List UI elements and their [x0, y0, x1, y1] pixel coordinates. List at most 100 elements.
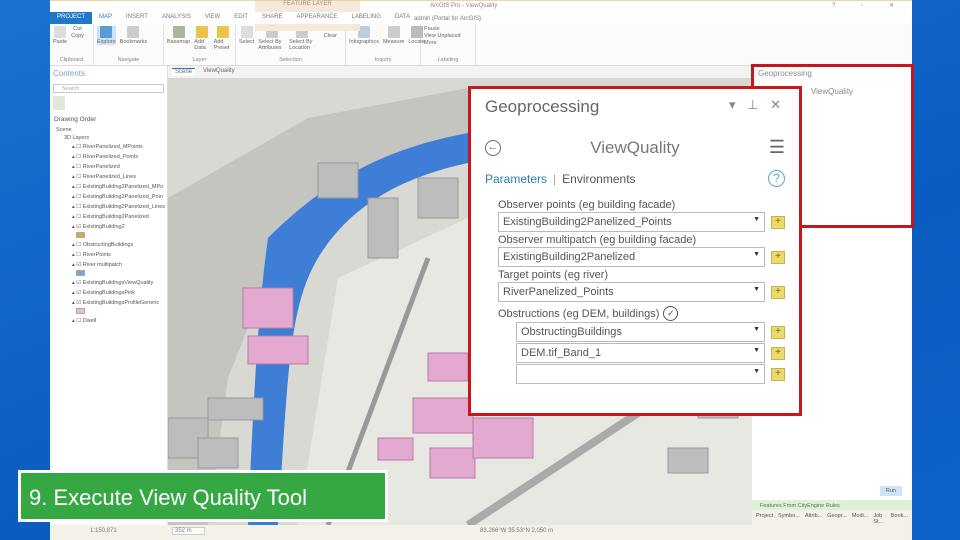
- layer-item[interactable]: ▴ ☐ ExistingBuilding2Panelized_Lines: [50, 202, 167, 212]
- tab-edit[interactable]: EDIT: [227, 12, 255, 24]
- back-arrow-icon[interactable]: ←: [485, 139, 501, 156]
- browse-folder-icon[interactable]: +: [771, 367, 785, 381]
- tab-map[interactable]: MAP: [92, 12, 119, 24]
- pause-button[interactable]: Pause: [424, 26, 472, 32]
- layer-group-node[interactable]: 3D Layers: [50, 134, 167, 142]
- layer-checkbox[interactable]: ☑: [76, 280, 81, 286]
- view-unplaced-button[interactable]: View Unplaced: [424, 33, 472, 39]
- layer-name: RiverPanelized: [82, 164, 120, 170]
- layer-item[interactable]: ▴ ☐ Dwell: [50, 316, 167, 326]
- layer-name: ExistingBuilding2Panelized: [82, 214, 149, 220]
- scene-node[interactable]: Scene: [50, 126, 167, 134]
- ribbon-group-layer: Basemap Add Data Add Preset Layer: [164, 24, 236, 65]
- layer-item[interactable]: ▴ ☐ RiverPoints: [50, 250, 167, 260]
- pane-tab[interactable]: Job St...: [873, 513, 886, 525]
- layer-checkbox[interactable]: ☐: [76, 318, 81, 324]
- pane-tab[interactable]: Attrib...: [805, 513, 822, 525]
- tab-viewquality[interactable]: ViewQuality: [203, 68, 235, 76]
- dropdown-arrow-icon: ▼: [753, 216, 760, 223]
- layer-item[interactable]: ▴ ☐ RiverPanelized: [50, 162, 167, 172]
- layer-checkbox[interactable]: ☐: [76, 214, 81, 220]
- layer-item[interactable]: ▴ ☐ RiverPanelized_Points: [50, 152, 167, 162]
- layer-item[interactable]: ▴ ☑ ExistingBuilding2: [50, 222, 167, 232]
- layer-name: RiverPanelized_MPoints: [82, 144, 143, 150]
- layer-checkbox[interactable]: ☐: [76, 144, 81, 150]
- clear-button[interactable]: Clear: [324, 33, 337, 39]
- layer-name: ExistingBuildingsProfileGeneric: [82, 300, 160, 306]
- layer-item[interactable]: ▴ ☑ ExistingBuildingsPink: [50, 288, 167, 298]
- ribbon: Paste Cut Copy Clipboard Explore Bookmark…: [50, 24, 912, 66]
- browse-folder-icon[interactable]: +: [771, 285, 785, 299]
- parameter-dropdown[interactable]: ▼: [516, 364, 765, 384]
- browse-folder-icon[interactable]: +: [771, 325, 785, 339]
- pane-tab[interactable]: Symbo...: [778, 513, 800, 525]
- add-preset-button[interactable]: Add Preset: [214, 26, 232, 51]
- menu-icon[interactable]: ☰: [769, 137, 785, 158]
- more-button[interactable]: More: [424, 40, 472, 46]
- paste-button[interactable]: Paste: [53, 26, 67, 45]
- dropdown-arrow-icon: ▼: [753, 251, 760, 258]
- copy-button[interactable]: Copy: [71, 33, 84, 39]
- layer-checkbox[interactable]: ☐: [76, 242, 81, 248]
- tab-project[interactable]: PROJECT: [50, 12, 93, 24]
- parameter-dropdown[interactable]: ExistingBuilding2Panelized ▼: [498, 247, 765, 267]
- layer-name: ExistingBuilding2: [82, 224, 125, 230]
- layer-checkbox[interactable]: ☐: [76, 184, 81, 190]
- layer-item[interactable]: ▴ ☑ ExistingBuildingsViewQuality: [50, 278, 167, 288]
- window-controls[interactable]: ? ▫ ✕: [832, 2, 906, 9]
- tab-environments[interactable]: Environments: [562, 172, 635, 186]
- pane-tab[interactable]: Book...: [891, 513, 908, 525]
- pane-tab[interactable]: Project: [756, 513, 773, 525]
- tab-labeling[interactable]: LABELING: [345, 12, 388, 24]
- layer-checkbox[interactable]: ☐: [76, 154, 81, 160]
- browse-folder-icon[interactable]: +: [771, 250, 785, 264]
- tab-scene[interactable]: Scene: [172, 68, 196, 76]
- layer-checkbox[interactable]: ☑: [76, 224, 81, 230]
- tab-appearance[interactable]: APPEARANCE: [290, 12, 345, 24]
- tab-parameters[interactable]: Parameters: [485, 172, 547, 186]
- layer-checkbox[interactable]: ☑: [76, 262, 81, 268]
- browse-folder-icon[interactable]: +: [771, 346, 785, 360]
- parameter-dropdown[interactable]: ObstructingBuildings ▼: [516, 322, 765, 342]
- select-button[interactable]: Select: [239, 26, 254, 51]
- measure-button[interactable]: Measure: [383, 26, 404, 45]
- layer-item[interactable]: ▴ ☐ ExistingBuilding2Panelized_MPo: [50, 182, 167, 192]
- contents-view-toolbar[interactable]: [53, 96, 164, 110]
- tab-insert[interactable]: INSERT: [119, 12, 155, 24]
- layer-checkbox[interactable]: ☐: [76, 204, 81, 210]
- cut-button[interactable]: Cut Copy: [71, 26, 84, 45]
- distance-field[interactable]: 352 m: [172, 527, 205, 535]
- layer-item[interactable]: ▴ ☐ ObstructingBuildings: [50, 240, 167, 250]
- layer-item[interactable]: ▴ ☐ ExistingBuilding2Panelized: [50, 212, 167, 222]
- basemap-button[interactable]: Basemap: [167, 26, 190, 51]
- tab-share[interactable]: SHARE: [255, 12, 290, 24]
- layer-checkbox[interactable]: ☐: [76, 194, 81, 200]
- add-data-button[interactable]: Add Data: [194, 26, 209, 51]
- contents-search-input[interactable]: Search: [53, 84, 164, 93]
- layer-item[interactable]: ▴ ☐ RiverPanelized_MPoints: [50, 142, 167, 152]
- parameter-dropdown[interactable]: DEM.tif_Band_1 ▼: [516, 343, 765, 363]
- layer-checkbox[interactable]: ☐: [76, 252, 81, 258]
- layer-checkbox[interactable]: ☐: [76, 164, 81, 170]
- parameter-dropdown[interactable]: RiverPanelized_Points ▼: [498, 282, 765, 302]
- layer-checkbox[interactable]: ☑: [76, 290, 81, 296]
- layer-item[interactable]: ▴ ☐ ExistingBuilding2Panelized_Poin: [50, 192, 167, 202]
- layer-checkbox[interactable]: ☐: [76, 174, 81, 180]
- layer-item[interactable]: ▴ ☐ RiverPanelized_Lines: [50, 172, 167, 182]
- layer-checkbox[interactable]: ☑: [76, 300, 81, 306]
- browse-folder-icon[interactable]: +: [771, 215, 785, 229]
- user-account[interactable]: admin (Portal for ArcGIS): [407, 14, 488, 26]
- help-icon[interactable]: ?: [768, 170, 785, 187]
- pane-tab[interactable]: Geopr...: [827, 513, 847, 525]
- parameter-dropdown[interactable]: ExistingBuilding2Panelized_Points ▼: [498, 212, 765, 232]
- pane-controls[interactable]: ▾ ⊥ ✕: [729, 97, 785, 117]
- pane-tab[interactable]: Modi...: [852, 513, 869, 525]
- layer-item[interactable]: ▴ ☑ River multipatch: [50, 260, 167, 270]
- bookmarks-button[interactable]: Bookmarks: [120, 26, 147, 45]
- tab-analysis[interactable]: ANALYSIS: [155, 12, 198, 24]
- layer-item[interactable]: ▴ ☑ ExistingBuildingsProfileGeneric: [50, 298, 167, 308]
- explore-button[interactable]: Explore: [97, 26, 116, 45]
- run-button[interactable]: Run: [879, 486, 902, 496]
- geoprocessing-callout: Geoprocessing ▾ ⊥ ✕ ← ViewQuality ☰ Param…: [468, 86, 802, 416]
- tab-view[interactable]: VIEW: [198, 12, 227, 24]
